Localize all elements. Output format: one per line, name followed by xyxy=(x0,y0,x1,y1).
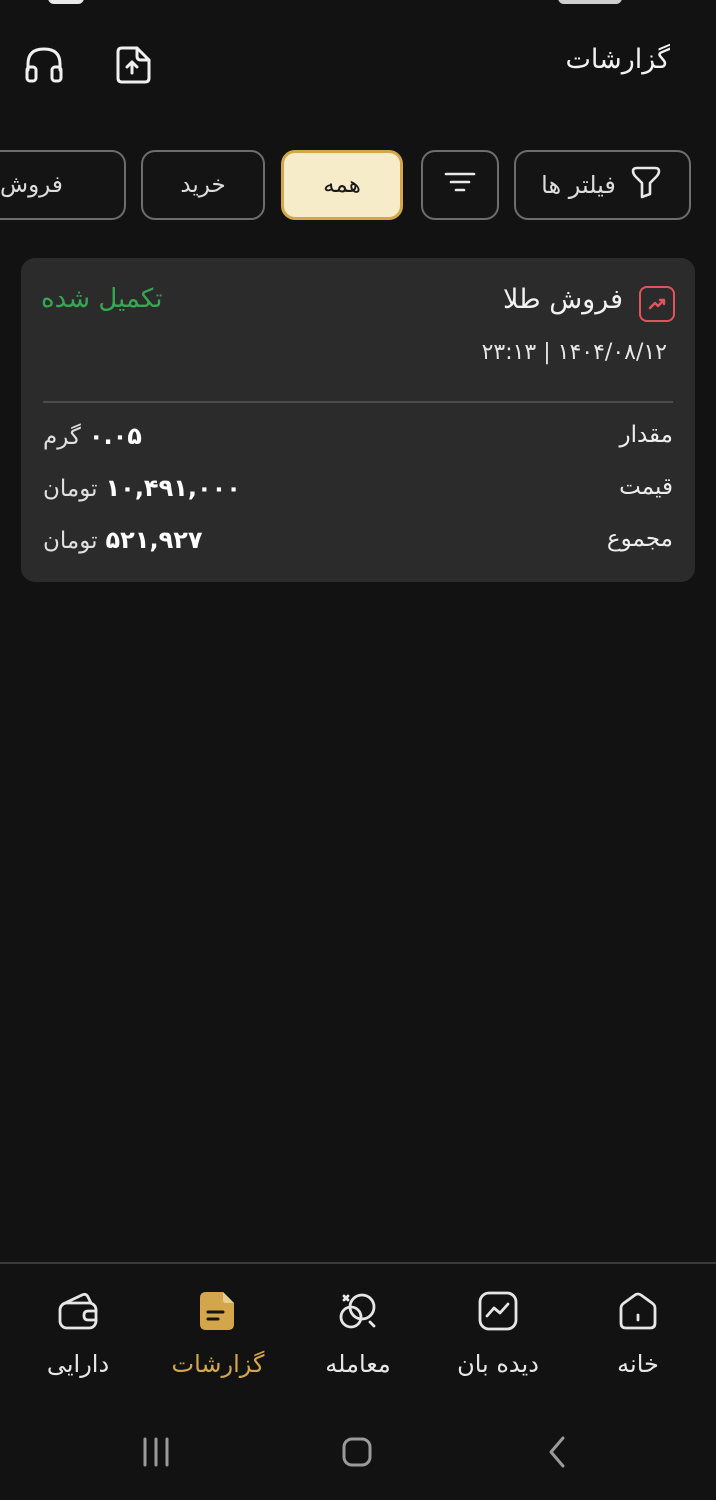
recent-apps-icon xyxy=(143,1437,169,1467)
nav-trade-label: معامله xyxy=(325,1350,391,1378)
total-value: ۵۲۱,۹۲۷تومان xyxy=(43,526,203,554)
filter-all-chip[interactable]: همه xyxy=(281,150,403,220)
amount-label: مقدار xyxy=(619,422,673,448)
back-chevron-icon xyxy=(549,1436,565,1468)
total-label: مجموع xyxy=(606,526,673,552)
nav-reports-label: گزارشات xyxy=(171,1350,265,1378)
trend-up-icon xyxy=(639,286,675,322)
filters-button[interactable]: فیلتر ها xyxy=(514,150,691,220)
home-system-button[interactable] xyxy=(327,1422,387,1482)
sort-lines-icon xyxy=(442,164,478,206)
page-title: گزارشات xyxy=(565,44,670,75)
bottom-navigation: خانه دیده بان معامله گزارشات دارایی xyxy=(0,1262,716,1402)
home-icon xyxy=(615,1288,661,1334)
price-value: ۱۰,۴۹۱,۰۰۰تومان xyxy=(43,474,241,502)
nav-home-label: خانه xyxy=(617,1350,659,1378)
filters-label: فیلتر ها xyxy=(541,171,616,199)
nav-watchlist-label: دیده بان xyxy=(457,1350,539,1378)
document-icon xyxy=(195,1288,241,1334)
price-label: قیمت xyxy=(619,474,673,500)
nav-reports[interactable]: گزارشات xyxy=(148,1264,288,1402)
filter-buy-chip[interactable]: خرید xyxy=(141,150,265,220)
system-navigation-bar xyxy=(0,1400,716,1500)
support-headset-icon[interactable] xyxy=(21,42,67,88)
status-bar-remnant xyxy=(48,0,84,4)
transaction-status: تکمیل شده xyxy=(41,284,163,314)
nav-trade[interactable]: معامله xyxy=(288,1264,428,1402)
transaction-datetime: ۲۳:۱۳ | ۱۴۰۴/۰۸/۱۲ xyxy=(481,340,667,365)
transaction-card[interactable]: فروش طلا تکمیل شده ۲۳:۱۳ | ۱۴۰۴/۰۸/۱۲ مق… xyxy=(21,258,695,582)
amount-value: ۰.۰۵گرم xyxy=(43,422,142,450)
chart-icon xyxy=(475,1288,521,1334)
nav-assets-label: دارایی xyxy=(46,1350,110,1378)
nav-assets[interactable]: دارایی xyxy=(8,1264,148,1402)
upload-report-icon[interactable] xyxy=(109,42,155,88)
home-square-icon xyxy=(342,1437,372,1467)
recent-apps-button[interactable] xyxy=(126,1422,186,1482)
exchange-icon xyxy=(335,1288,381,1334)
nav-watchlist[interactable]: دیده بان xyxy=(428,1264,568,1402)
transaction-title: فروش طلا xyxy=(503,284,623,315)
funnel-icon xyxy=(628,164,664,206)
nav-home[interactable]: خانه xyxy=(568,1264,708,1402)
filter-sell-chip[interactable]: فروش xyxy=(0,150,126,220)
wallet-icon xyxy=(55,1288,101,1334)
card-divider xyxy=(43,401,673,403)
back-button[interactable] xyxy=(528,1422,588,1482)
sort-button[interactable] xyxy=(421,150,499,220)
status-bar-remnant xyxy=(558,0,622,4)
